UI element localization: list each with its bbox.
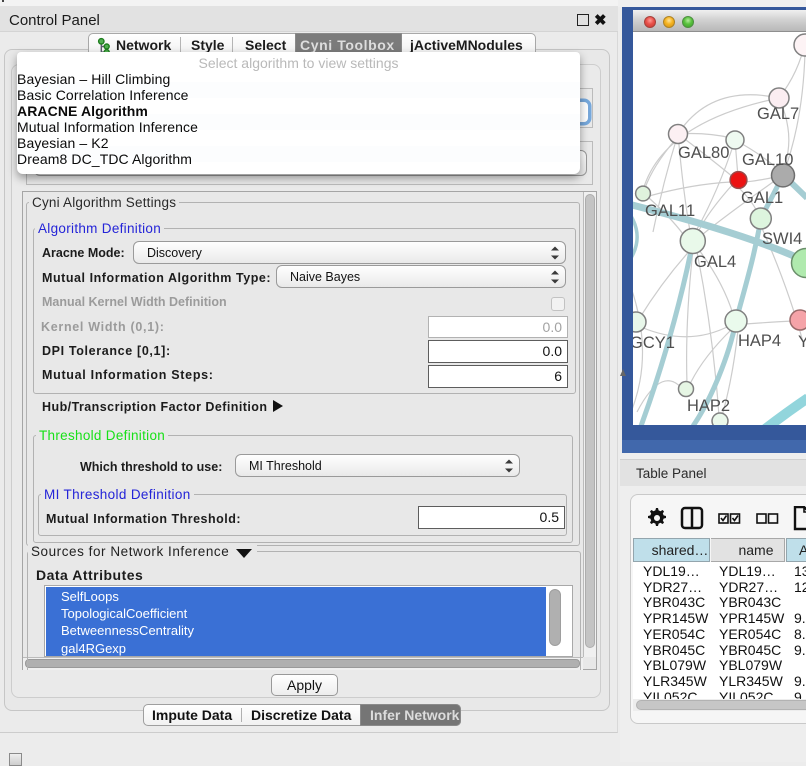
svg-text:GCY1: GCY1 [633,334,675,352]
svg-text:GAL11: GAL11 [645,202,695,220]
svg-text:HAP4: HAP4 [738,332,781,350]
svg-text:GAL10: GAL10 [742,151,793,169]
svg-text:Y: Y [798,333,806,351]
svg-text:SWI4: SWI4 [762,230,802,248]
svg-text:HAP2: HAP2 [687,397,730,415]
svg-text:GAL80: GAL80 [678,144,729,162]
svg-text:GAL1: GAL1 [741,189,783,207]
svg-text:GAL4: GAL4 [694,253,736,271]
svg-text:GAL7: GAL7 [757,105,799,123]
